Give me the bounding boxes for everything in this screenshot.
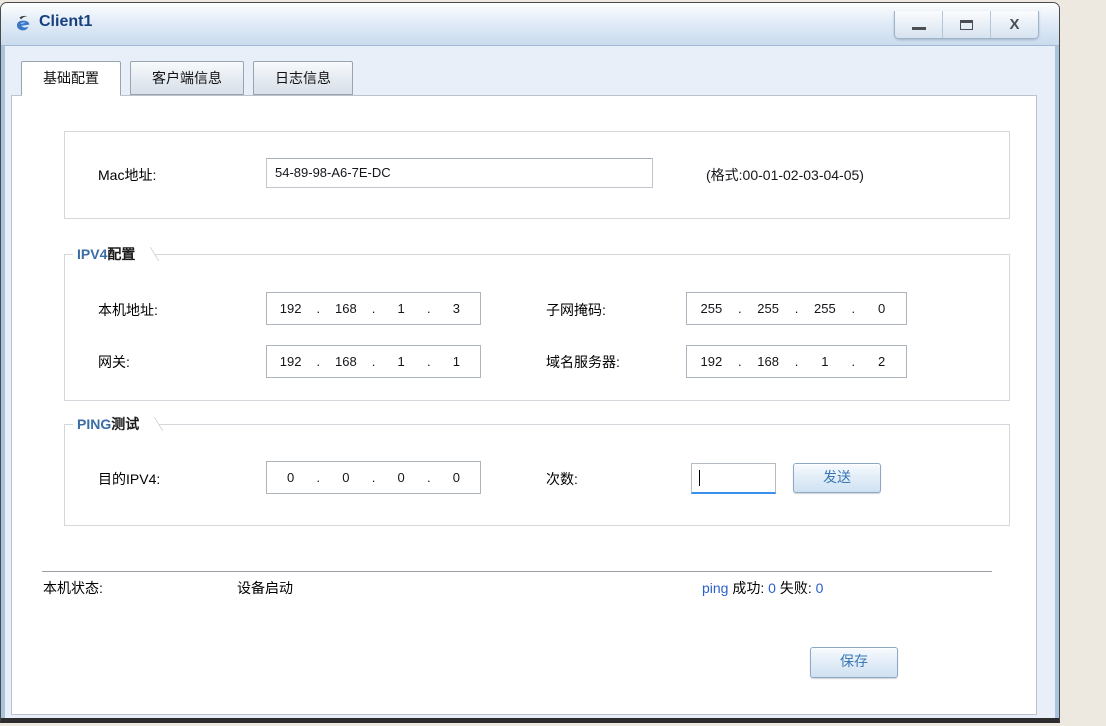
local-address-input[interactable]: 192. 168. 1. 3: [266, 292, 481, 325]
ip-dot: .: [426, 354, 431, 369]
host-status-value: 设备启动: [237, 580, 293, 596]
ip-dot: .: [426, 301, 431, 316]
ping-fail-label: 失败:: [779, 580, 812, 596]
ip-octet: 0: [397, 470, 405, 485]
gateway-label: 网关:: [98, 354, 130, 370]
dns-server-label: 域名服务器:: [546, 354, 620, 370]
close-button[interactable]: X: [990, 11, 1038, 38]
ip-octet: 0: [342, 470, 350, 485]
ip-octet: 168: [757, 354, 779, 369]
title-bar[interactable]: Client1 X: [1, 3, 1059, 46]
ip-octet: 3: [452, 301, 460, 316]
mac-address-input[interactable]: 54-89-98-A6-7E-DC: [266, 158, 653, 188]
status-separator: [42, 571, 992, 572]
gateway-input[interactable]: 192. 168. 1. 1: [266, 345, 481, 378]
ip-octet: 255: [700, 301, 723, 316]
local-address-label: 本机地址:: [98, 302, 158, 318]
ip-dot: .: [316, 301, 321, 316]
ipv4-group-title: IPV4 配置: [73, 244, 160, 264]
text-cursor: [699, 470, 700, 486]
group-title-slant: [133, 247, 160, 261]
tab-log-info[interactable]: 日志信息: [253, 61, 353, 95]
ip-dot: .: [371, 301, 376, 316]
ping-count-label: 次数:: [546, 471, 578, 487]
ip-dot: .: [794, 301, 799, 316]
tab-bar: 基础配置 客户端信息 日志信息: [21, 61, 353, 96]
group-title-slant: [137, 417, 164, 431]
ping-count-input[interactable]: [691, 463, 776, 494]
ip-octet: 192: [279, 301, 302, 316]
ip-dot: .: [316, 470, 321, 485]
ip-octet: 255: [814, 301, 836, 316]
ping-group-title-prefix: PING: [77, 416, 112, 432]
ipv4-groupbox: IPV4 配置 本机地址: 192. 168. 1. 3 子网掩码: 255. 255.…: [64, 244, 1010, 401]
subnet-mask-label: 子网掩码:: [546, 302, 606, 318]
ping-groupbox: PING 测试 目的IPV4: 0. 0. 0. 0 次数: 发送: [64, 414, 1010, 526]
ip-dot: .: [737, 301, 742, 316]
mac-format-hint: (格式:00-01-02-03-04-05): [706, 167, 864, 183]
ip-octet: 192: [279, 354, 302, 369]
maximize-button[interactable]: [942, 11, 990, 38]
ping-success-value: 0: [768, 580, 776, 596]
client-window: Client1 X 基础配置 客户端信息 日志信息 Mac地址: 54-89-9…: [0, 2, 1060, 723]
mac-groupbox: Mac地址: 54-89-98-A6-7E-DC (格式:00-01-02-03…: [64, 131, 1010, 219]
basic-config-panel: Mac地址: 54-89-98-A6-7E-DC (格式:00-01-02-03…: [11, 95, 1037, 715]
ip-octet: 1: [397, 301, 405, 316]
ip-octet: 192: [700, 354, 723, 369]
tab-client-info[interactable]: 客户端信息: [130, 61, 244, 95]
ping-word: ping: [702, 580, 729, 596]
ping-dest-input[interactable]: 0. 0. 0. 0: [266, 461, 481, 494]
host-status-label: 本机状态:: [43, 580, 103, 596]
ipv4-group-title-suffix: 配置: [107, 246, 136, 262]
ping-fail-value: 0: [815, 580, 824, 596]
subnet-mask-input[interactable]: 255. 255. 255. 0: [686, 292, 907, 325]
ping-dest-label: 目的IPV4:: [98, 471, 161, 487]
ipv4-group-title-prefix: IPV4: [77, 246, 108, 262]
ip-dot: .: [851, 301, 856, 316]
maximize-icon: [960, 19, 973, 30]
ensp-app-icon: [16, 15, 30, 31]
ip-dot: .: [316, 354, 321, 369]
ip-octet: 2: [878, 354, 886, 369]
ping-stats: ping 成功: 0 失败: 0: [702, 578, 823, 598]
ip-dot: .: [851, 354, 856, 369]
ip-octet: 0: [452, 470, 460, 485]
ip-octet: 168: [335, 354, 357, 369]
ip-octet: 1: [397, 354, 405, 369]
ping-success-label: 成功:: [732, 580, 765, 596]
close-icon: X: [1009, 16, 1020, 33]
save-button[interactable]: 保存: [810, 647, 898, 678]
dns-server-input[interactable]: 192. 168. 1. 2: [686, 345, 907, 378]
ip-octet: 255: [757, 301, 779, 316]
window-controls: X: [894, 11, 1039, 39]
ip-octet: 168: [335, 301, 357, 316]
ip-octet: 0: [878, 301, 886, 316]
ip-dot: .: [794, 354, 799, 369]
ip-dot: .: [371, 354, 376, 369]
ping-group-title-suffix: 测试: [111, 416, 140, 432]
ip-dot: .: [426, 470, 431, 485]
minimize-icon: [911, 27, 926, 30]
ip-octet: 1: [821, 354, 829, 369]
ip-octet: 1: [452, 354, 460, 369]
tab-basic-config[interactable]: 基础配置: [21, 61, 121, 96]
send-button[interactable]: 发送: [793, 463, 881, 493]
window-title: Client1: [39, 13, 93, 30]
mac-address-label: Mac地址:: [98, 167, 157, 183]
minimize-button[interactable]: [895, 11, 942, 38]
ping-group-title: PING 测试: [73, 414, 164, 434]
ip-dot: .: [371, 470, 376, 485]
ip-dot: .: [737, 354, 742, 369]
ip-octet: 0: [287, 470, 295, 485]
